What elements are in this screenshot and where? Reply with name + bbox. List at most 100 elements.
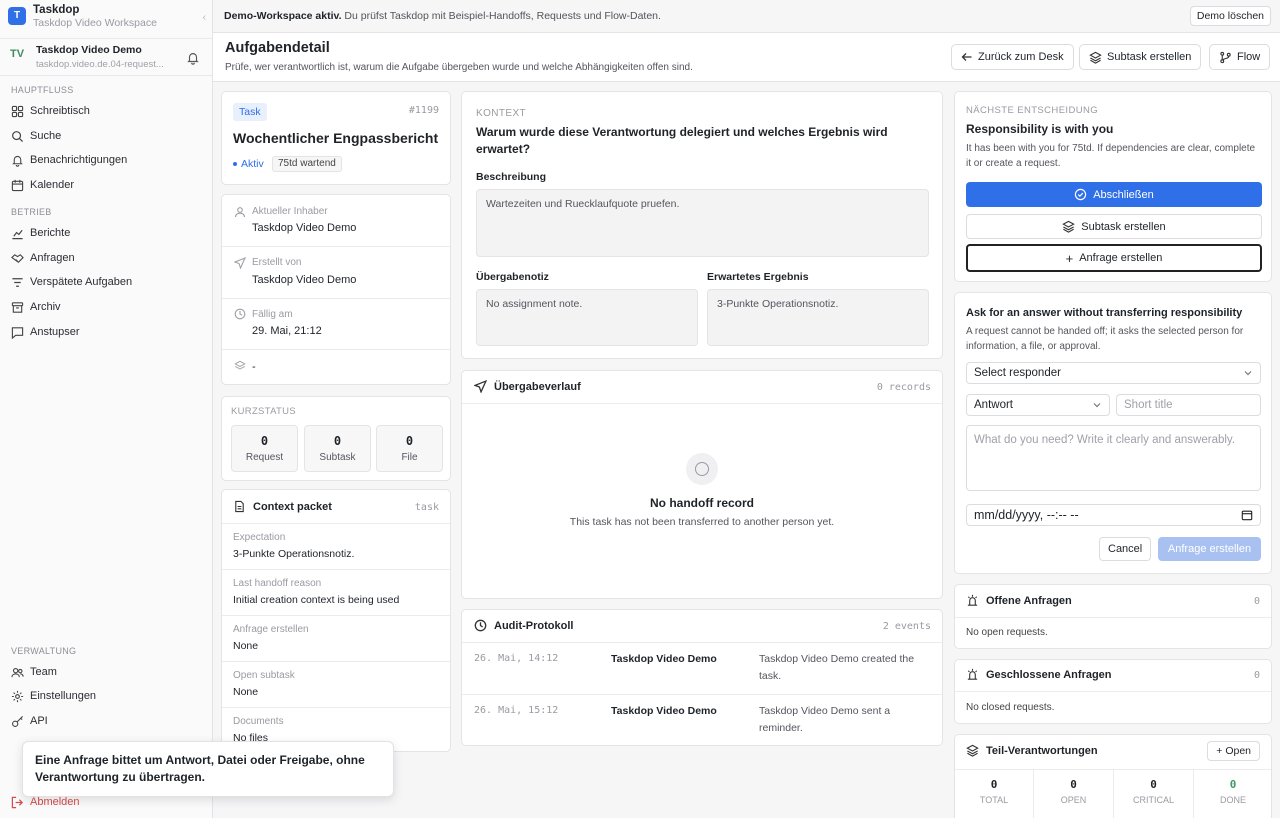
packet-row-key: Anfrage erstellen: [233, 624, 309, 635]
message-icon: [11, 326, 24, 339]
sidebar-item-anstupser[interactable]: Anstupser: [11, 322, 206, 342]
responder-select[interactable]: Select responder: [966, 362, 1261, 384]
packet-row-key: Expectation: [233, 532, 286, 543]
stat-subtask: 0 Subtask: [304, 425, 371, 472]
kurzstatus-card: KURZSTATUS 0 Request 0 Subtask 0 File: [221, 396, 451, 481]
user-icon: [234, 207, 246, 218]
section-label-ops: BETRIEB: [11, 207, 52, 217]
user-name: Taskdop Video Demo: [36, 44, 142, 56]
sidebar-item-schreibtisch[interactable]: Schreibtisch: [11, 101, 206, 121]
packet-row-value: None: [233, 686, 259, 698]
due-value: 29. Mai, 21:12: [252, 325, 322, 337]
document-icon: [235, 500, 244, 513]
create-request-button[interactable]: + Anfrage erstellen: [966, 244, 1262, 272]
collapse-sidebar-icon[interactable]: ‹: [203, 12, 206, 23]
sidebar-item-team[interactable]: Team: [11, 662, 206, 682]
open-requests-empty: No open requests.: [966, 627, 1048, 638]
chevron-down-icon: [1244, 371, 1252, 376]
open-sub-button[interactable]: + Open: [1207, 741, 1260, 761]
sidebar-item-einstellungen[interactable]: Einstellungen: [11, 686, 206, 706]
audit-row-time: 26. Mai, 14:12: [474, 653, 559, 664]
send-icon: [474, 380, 487, 393]
sidebar-item-archiv[interactable]: Archiv: [11, 297, 206, 317]
layers-icon: [1062, 220, 1076, 233]
user-card[interactable]: TV Taskdop Video Demo taskdop.video.de.0…: [0, 38, 212, 76]
expected-result-field: 3-Punkte Operationsnotiz.: [707, 289, 929, 346]
cancel-button[interactable]: Cancel: [1099, 537, 1152, 561]
sidebar-item-benachrichtigungen[interactable]: Benachrichtigungen: [11, 150, 206, 170]
audit-row-time: 26. Mai, 15:12: [474, 705, 559, 716]
sidebar-item-label: Benachrichtigungen: [30, 154, 128, 166]
delete-demo-button[interactable]: Demo löschen: [1189, 6, 1271, 26]
packet-row-key: Open subtask: [233, 670, 295, 681]
empty-state-icon: [686, 453, 718, 485]
request-message-textarea[interactable]: What do you need? Write it clearly and a…: [966, 425, 1261, 491]
clock-icon: [234, 308, 246, 320]
chevron-down-icon: [1093, 403, 1101, 408]
sidebar-item-verspaetete-aufgaben[interactable]: Verspätete Aufgaben: [11, 272, 206, 292]
sidebar-item-label: Anstupser: [30, 326, 80, 338]
section-label-main: HAUPTFLUSS: [11, 85, 74, 95]
context-packet-tag: task: [414, 502, 439, 513]
request-type-select[interactable]: Antwort: [966, 394, 1110, 416]
layers-icon: [966, 744, 979, 757]
packet-row-value: 3-Punkte Operationsnotiz.: [233, 548, 355, 560]
description-field: Wartezeiten und Ruecklaufquote pruefen.: [476, 189, 929, 257]
empty-state-text: This task has not been transferred to an…: [569, 516, 835, 528]
sidebar-item-label: Verspätete Aufgaben: [30, 276, 133, 288]
request-icon: [967, 668, 978, 680]
handoff-count: 0 records: [876, 382, 931, 393]
create-subtask-button[interactable]: Subtask erstellen: [966, 214, 1262, 239]
creator-label: Erstellt von: [252, 257, 302, 268]
stack-value: -: [252, 361, 256, 373]
short-title-input[interactable]: Short title: [1116, 394, 1261, 416]
context-packet-header: Context packet: [233, 500, 332, 513]
chart-icon: [12, 229, 23, 239]
notification-bell-icon[interactable]: [186, 51, 200, 65]
submit-request-button[interactable]: Anfrage erstellen: [1158, 537, 1261, 561]
sidebar-item-label: Einstellungen: [30, 690, 97, 702]
sidebar-item-api[interactable]: API: [11, 711, 206, 731]
task-id: #1199: [408, 105, 439, 116]
empty-state-title: No handoff record: [650, 496, 754, 510]
handshake-icon: [11, 253, 24, 263]
packet-row-value: Initial creation context is being used: [233, 594, 400, 606]
workspace-switcher[interactable]: T Taskdop Taskdop Video Workspace ‹: [8, 4, 208, 30]
page-header: Aufgabendetail Prüfe, wer verantwortlich…: [213, 33, 1280, 82]
sub-stat-open: 0 OPEN: [1034, 770, 1114, 818]
demo-banner: Demo-Workspace aktiv. Du prüfst Taskdop …: [213, 0, 1280, 33]
sidebar-item-kalender[interactable]: Kalender: [11, 175, 206, 195]
audit-log-header: Audit-Protokoll: [474, 619, 573, 632]
context-packet-card: Context packet task Expectation 3-Punkte…: [221, 489, 451, 752]
task-type-badge: Task: [233, 103, 267, 121]
closed-requests-count: 0: [1253, 670, 1260, 681]
filter-icon: [12, 277, 23, 287]
sidebar-item-berichte[interactable]: Berichte: [11, 223, 206, 243]
workspace-name: Taskdop: [33, 4, 80, 16]
handoff-note-field: No assignment note.: [476, 289, 698, 346]
due-date-input[interactable]: mm/dd/yyyy, --:-- --: [966, 504, 1261, 526]
decision-title: Responsibility is with you: [966, 122, 1114, 136]
sidebar: T Taskdop Taskdop Video Workspace ‹ TV T…: [0, 0, 213, 818]
decision-eyebrow: NÄCHSTE ENTSCHEIDUNG: [966, 105, 1099, 116]
complete-button[interactable]: Abschließen: [966, 182, 1262, 207]
calendar-icon: [1241, 510, 1253, 521]
stat-file: 0 File: [376, 425, 443, 472]
avatar: TV: [10, 48, 25, 60]
packet-row-value: None: [233, 640, 259, 652]
back-to-desk-button[interactable]: Zurück zum Desk: [951, 44, 1074, 70]
closed-requests-card: Geschlossene Anfragen 0 No closed reques…: [954, 659, 1272, 724]
flow-button[interactable]: Flow: [1209, 44, 1271, 70]
sub-responsibilities-header: Teil-Verantwortungen: [966, 744, 1098, 757]
key-icon: [12, 715, 24, 727]
creator-value: Taskdop Video Demo: [252, 274, 357, 286]
sidebar-item-anfragen[interactable]: Anfragen: [11, 248, 206, 268]
handoff-history-header: Übergabeverlauf: [474, 380, 581, 393]
demo-banner-message: Demo-Workspace aktiv. Du prüfst Taskdop …: [224, 10, 661, 22]
sidebar-item-suche[interactable]: Suche: [11, 126, 206, 146]
calendar-icon: [11, 179, 24, 191]
plus-icon: +: [1216, 745, 1226, 757]
description-label: Beschreibung: [476, 171, 547, 183]
layers-icon: [234, 360, 246, 370]
header-subtask-button[interactable]: Subtask erstellen: [1079, 44, 1202, 70]
